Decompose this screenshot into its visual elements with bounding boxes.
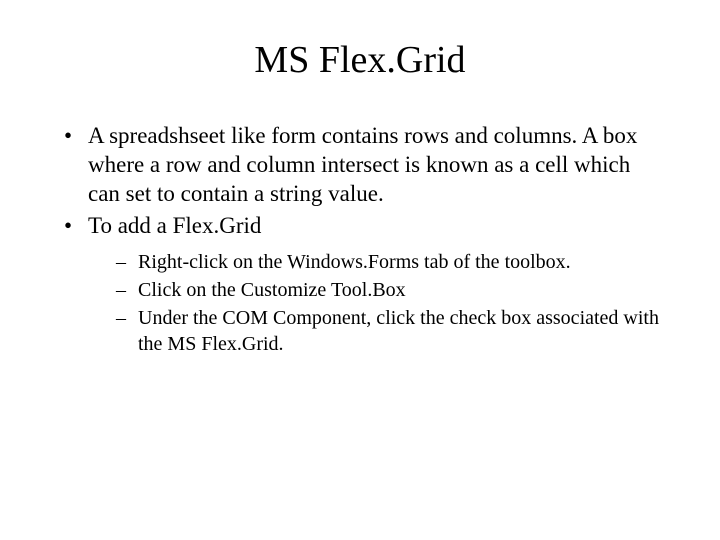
bullet-item: A spreadshseet like form contains rows a… xyxy=(60,122,660,208)
sub-bullet-item: Under the COM Component, click the check… xyxy=(116,305,660,357)
bullet-item: To add a Flex.Grid Right-click on the Wi… xyxy=(60,212,660,357)
slide: MS Flex.Grid A spreadshseet like form co… xyxy=(0,0,720,540)
sub-bullet-item: Right-click on the Windows.Forms tab of … xyxy=(116,249,660,275)
slide-content: A spreadshseet like form contains rows a… xyxy=(0,122,720,357)
sub-bullet-text: Right-click on the Windows.Forms tab of … xyxy=(138,251,571,273)
bullet-text: A spreadshseet like form contains rows a… xyxy=(88,123,637,206)
slide-title: MS Flex.Grid xyxy=(0,0,720,122)
bullet-text: To add a Flex.Grid xyxy=(88,213,261,238)
sub-bullet-text: Click on the Customize Tool.Box xyxy=(138,279,406,301)
bullet-list: A spreadshseet like form contains rows a… xyxy=(60,122,660,357)
sub-bullet-text: Under the COM Component, click the check… xyxy=(138,307,659,355)
sub-bullet-item: Click on the Customize Tool.Box xyxy=(116,277,660,303)
sub-bullet-list: Right-click on the Windows.Forms tab of … xyxy=(88,249,660,357)
